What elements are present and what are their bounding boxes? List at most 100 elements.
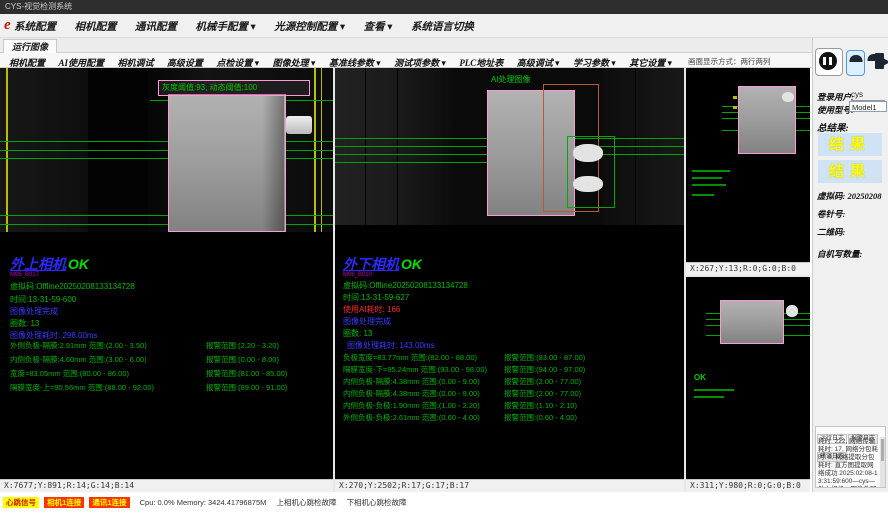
process-time-line: 图像处理耗时: 143.00ms bbox=[347, 340, 435, 351]
measurement-alarm: 报警范围:(94.00 - 97.00) bbox=[504, 364, 585, 375]
camera-sub-label: M06_B017 bbox=[10, 272, 39, 278]
camera-view-small-bottom[interactable]: OK X:311;Y:980;R:0;G:0;B:0 bbox=[686, 277, 810, 492]
log-scrollbar[interactable] bbox=[880, 437, 885, 487]
pixel-coords-readout: X:267;Y:13;R:0;G:0;B:0 bbox=[686, 262, 810, 275]
result-display-1: 结果 bbox=[818, 133, 882, 156]
measurement-alarm: 报警范围:(2.00 - 77.00) bbox=[504, 376, 581, 387]
write-count-label: 自机写数量: bbox=[817, 248, 862, 260]
camera-view-upper[interactable]: 灰度阈值:93, 动态阈值:100 外上相机OK M06_B017 虚拟码:Of… bbox=[0, 68, 333, 492]
measurement-alarm: 报警范围:(2.20 - 3.20) bbox=[206, 340, 279, 351]
bright-feature bbox=[573, 144, 603, 162]
ai-image-overlay-label: AI处理图像 bbox=[491, 74, 531, 85]
comm-link-badge: 通讯1连接 bbox=[89, 497, 129, 508]
measurement-value: 内侧负极-隔膜:4.38mm 范围:(0.00 - 9.00) bbox=[343, 388, 480, 399]
measurement-value: 隔膜宽度-下=95.24mm 范围:(93.00 - 98.00) bbox=[343, 364, 487, 375]
camera-link-badge: 相机1连接 bbox=[44, 497, 84, 508]
measurement-alarm: 报警范围:(1.10 - 2.10) bbox=[504, 400, 577, 411]
log-scroll-thumb[interactable] bbox=[881, 439, 884, 461]
total-result-label: 总结果: bbox=[817, 120, 849, 134]
part-edge-shade bbox=[262, 95, 284, 231]
log-panel[interactable]: 运行日志报警日志错误日志 耗时: 222, 网络传输耗时: 17, 网络分包耗时… bbox=[815, 426, 886, 488]
time-line: 时间:13-31-59-600 bbox=[10, 294, 76, 305]
measurement-value: 宽度=83.05mm 范围:(80.00 - 86.00) bbox=[10, 368, 129, 379]
measurement-value: 外侧负极-负极:2.61mm 范围:(0.60 - 4.00) bbox=[343, 412, 480, 423]
camera-result-title: 外上相机OK bbox=[10, 254, 89, 274]
logout-button[interactable] bbox=[871, 50, 888, 74]
login-user-value[interactable]: cys bbox=[851, 90, 885, 101]
camera-name: 外上相机 bbox=[10, 256, 66, 272]
tiny-log-line bbox=[694, 389, 734, 391]
camera-sub-label: M06_B010 bbox=[343, 272, 372, 278]
camera-image-small-top[interactable] bbox=[686, 68, 810, 262]
measurement-value: 负极宽度=83.77mm 范围:(82.00 - 88.00) bbox=[343, 352, 477, 363]
log-text: 耗时: 222, 网络传输耗时: 17, 网络分包耗时: 0, 网络提取分包耗时… bbox=[818, 438, 880, 488]
result-ok-badge: OK bbox=[401, 256, 422, 272]
app-logo-icon: e bbox=[4, 17, 11, 34]
pause-button[interactable] bbox=[815, 48, 843, 76]
needle-number-label: 卷针号: bbox=[817, 208, 845, 220]
loop-count-line: 圈数: 13 bbox=[10, 318, 39, 329]
lower-camera-fault-text: 下相机心跳检故障 bbox=[347, 497, 407, 508]
menu-robot-config[interactable]: 机械手配置 ▾ bbox=[195, 19, 255, 34]
measurement-value: 外侧负极-隔膜:2.91mm 范围:(2.00 - 3.50) bbox=[10, 340, 147, 351]
menu-comm-config[interactable]: 通讯配置 bbox=[135, 19, 177, 34]
display-mode-label: 画面显示方式：两行两列 bbox=[688, 56, 771, 67]
pixel-coords-readout: X:270;Y:2502;R:17;G:17;B:17 bbox=[335, 479, 684, 492]
menu-view[interactable]: 查看 ▾ bbox=[364, 19, 393, 34]
measurement-value: 内侧负极-隔膜:4.60mm 范围:(3.00 - 6.00) bbox=[10, 354, 147, 365]
tab-run-image[interactable]: 运行图像 bbox=[3, 39, 57, 54]
yellow-marker bbox=[733, 106, 737, 109]
user-account-button[interactable] bbox=[846, 50, 865, 76]
camera-name: 外下相机 bbox=[343, 256, 399, 272]
tiny-log-line bbox=[692, 170, 730, 172]
toolbar: 相机配置 AI使用配置 相机调试 高级设置 点检设置 ▾ 图像处理 ▾ 基准线参… bbox=[0, 53, 812, 68]
tiny-log-line bbox=[694, 396, 724, 398]
pixel-coords-readout: X:7677;Y:891;R:14;G:14;B:14 bbox=[0, 479, 333, 492]
menu-system-config[interactable]: 系统配置 bbox=[14, 19, 56, 34]
menu-camera-config[interactable]: 相机配置 bbox=[74, 19, 116, 34]
camera-image-upper[interactable]: 灰度阈值:93, 动态阈值:100 bbox=[0, 68, 333, 232]
measurement-row: 内侧负极-负极:1.90mm 范围:(1.00 - 2.20) 报警范围:(1.… bbox=[341, 400, 684, 412]
heartbeat-badge: 心跳信号 bbox=[3, 497, 39, 508]
upper-camera-fault-text: 上相机心跳检故障 bbox=[276, 497, 336, 508]
measurement-alarm: 报警范围:(89.00 - 91.00) bbox=[206, 382, 287, 393]
tab-strip: 运行图像 bbox=[0, 38, 888, 53]
virtual-code-line: 虚拟码:Offline20250208133134728 bbox=[343, 280, 468, 291]
bright-feature bbox=[782, 92, 794, 102]
ai-time-line: 使用AI耗时: 166 bbox=[343, 304, 400, 315]
control-sidebar: 登录用户: cys 使用型号: Model1 总结果: 结果 结果 虚拟码: 2… bbox=[812, 38, 888, 492]
measurement-value: 内侧负极-负极:1.90mm 范围:(1.00 - 2.20) bbox=[343, 400, 480, 411]
menu-light-config[interactable]: 光源控制配置 ▾ bbox=[274, 19, 345, 34]
cpu-memory-readout: Cpu: 0.0% Memory: 3424.41796875M bbox=[140, 497, 267, 508]
measurement-row: 负极宽度=83.77mm 范围:(82.00 - 88.00) 报警范围:(83… bbox=[341, 352, 684, 364]
process-done-line: 图像处理完成 bbox=[10, 306, 58, 317]
yellow-marker bbox=[733, 96, 737, 99]
model-value-field[interactable]: Model1 bbox=[849, 101, 887, 112]
measurement-row: 内侧负极-隔膜:4.60mm 范围:(3.00 - 6.00) 报警范围:(0.… bbox=[6, 354, 333, 366]
measurement-row: 宽度=83.05mm 范围:(80.00 - 86.00) 报警范围:(81.0… bbox=[6, 368, 333, 380]
measurement-row: 隔膜宽度-下=95.24mm 范围:(93.00 - 98.00) 报警范围:(… bbox=[341, 364, 684, 376]
pause-icon bbox=[819, 52, 837, 70]
measurement-alarm: 报警范围:(0.60 - 4.00) bbox=[504, 412, 577, 423]
measurement-alarm: 报警范围:(83.00 - 87.00) bbox=[504, 352, 585, 363]
menu-language-switch[interactable]: 系统语言切换 bbox=[411, 19, 474, 34]
measurement-row: 内侧负极-隔膜:4.38mm 范围:(0.00 - 9.00) 报警范围:(2.… bbox=[341, 388, 684, 400]
window-titlebar: CYS-视觉检测系统 bbox=[0, 0, 888, 14]
camera-image-small-bottom[interactable]: OK bbox=[686, 277, 810, 479]
measurement-alarm: 报警范围:(0.00 - 8.00) bbox=[206, 354, 279, 365]
camera-view-small-top[interactable]: X:267;Y:13;R:0;G:0;B:0 bbox=[686, 68, 810, 275]
camera-view-lower[interactable]: AI处理图像 外下相机OK M06_B010 虚拟码:Offline202502… bbox=[335, 68, 684, 492]
qr-code-label: 二维码: bbox=[817, 226, 845, 238]
measurement-row: 外侧负极-负极:2.61mm 范围:(0.60 - 4.00) 报警范围:(0.… bbox=[341, 412, 684, 424]
measurement-alarm: 报警范围:(2.00 - 77.00) bbox=[504, 388, 581, 399]
virtual-code-line: 虚拟码:Offline20250208133134728 bbox=[10, 281, 135, 292]
virtual-code-label: 虚拟码: 20250208 bbox=[817, 190, 881, 202]
window-title: CYS-视觉检测系统 bbox=[5, 2, 72, 11]
menubar: e 系统配置 相机配置 通讯配置 机械手配置 ▾ 光源控制配置 ▾ 查看 ▾ 系… bbox=[0, 14, 888, 38]
threshold-overlay-label: 灰度阈值:93, 动态阈值:100 bbox=[158, 80, 310, 96]
bright-feature bbox=[573, 176, 603, 192]
camera-image-lower[interactable]: AI处理图像 bbox=[335, 68, 684, 225]
tiny-log-line bbox=[692, 184, 726, 186]
logout-arrow-icon bbox=[883, 58, 888, 66]
detected-part bbox=[720, 300, 784, 344]
